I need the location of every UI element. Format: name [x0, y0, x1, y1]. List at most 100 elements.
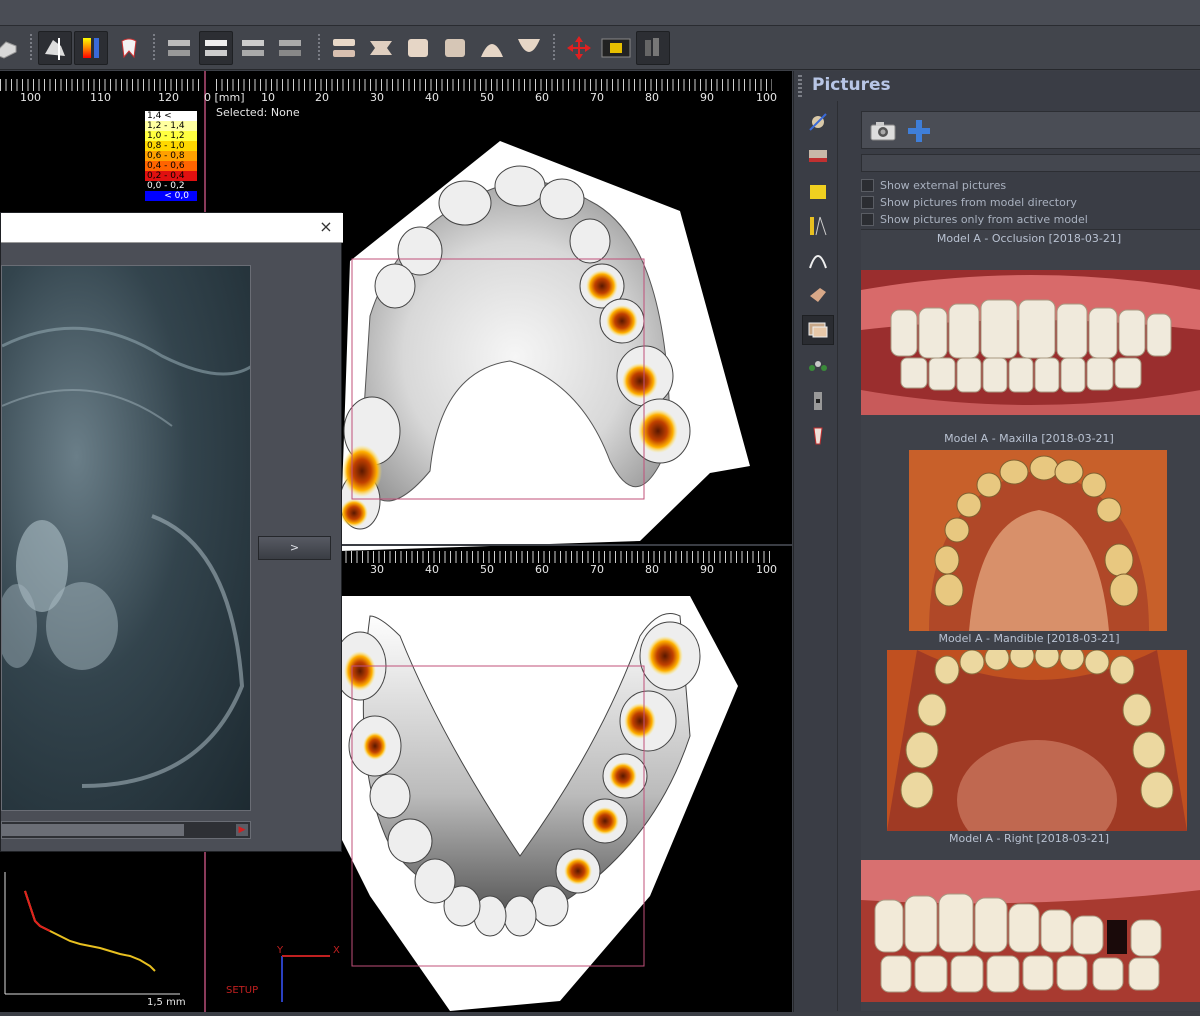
profile-graph [4, 872, 180, 995]
ruler-label: 40 [425, 91, 439, 104]
bite-side-icon[interactable] [364, 31, 398, 65]
toolbar-separator [553, 34, 555, 62]
ruler-ticks [340, 551, 772, 563]
toolbar-separator [318, 34, 320, 62]
ruler-label: 60 [535, 91, 549, 104]
checkbox-label: Show pictures only from active model [880, 213, 1088, 226]
measure-icon[interactable] [802, 211, 834, 241]
ruler-label: 100 [20, 91, 41, 104]
scrollbar-thumb[interactable] [2, 824, 184, 836]
ruler-label: 0 [mm] [204, 91, 245, 104]
model-view-icon[interactable] [0, 31, 22, 65]
checkbox-show-active-model[interactable]: Show pictures only from active model [861, 213, 1088, 226]
occlusion-view-1-icon[interactable] [162, 31, 196, 65]
checkbox[interactable] [861, 179, 874, 192]
ruler-teeth-icon[interactable] [802, 141, 834, 171]
pictures-toolbar [861, 111, 1200, 149]
picture-occlusion[interactable] [861, 270, 1200, 415]
close-icon[interactable]: × [317, 218, 335, 236]
scroll-right-icon[interactable]: ▶ [236, 824, 248, 836]
next-button[interactable]: > [258, 536, 331, 560]
points-icon[interactable] [802, 351, 834, 381]
upper-jaw-model[interactable] [340, 141, 760, 553]
plus-icon[interactable] [906, 118, 932, 144]
panel-title: Pictures [812, 75, 891, 95]
ruler-label: 80 [645, 563, 659, 576]
ruler-label: 70 [590, 563, 604, 576]
ruler-label: 70 [590, 91, 604, 104]
teeth-group-icon[interactable] [636, 31, 670, 65]
xray-image [1, 265, 251, 811]
ruler-label: 90 [700, 91, 714, 104]
legend-entry: 0,0 - 0,2 [145, 181, 197, 191]
legend-entry: 0,6 - 0,8 [145, 151, 197, 161]
ruler-ticks [0, 79, 200, 91]
ruler-label: 50 [480, 563, 494, 576]
camera-icon[interactable] [870, 120, 896, 142]
ruler-label: 110 [90, 91, 111, 104]
ruler-label: 100 [756, 563, 777, 576]
ruler-label: 120 [158, 91, 179, 104]
ruler-label: 50 [480, 91, 494, 104]
ruler-label: 90 [700, 563, 714, 576]
lower-arch-icon[interactable] [512, 31, 546, 65]
align-icon[interactable] [599, 31, 633, 65]
upper-arch-icon[interactable] [475, 31, 509, 65]
ruler-label: 20 [315, 91, 329, 104]
occlusion-view-3-icon[interactable] [236, 31, 270, 65]
checkbox[interactable] [861, 213, 874, 226]
axis-x-label: X [333, 945, 340, 956]
ruler-label: 30 [370, 563, 384, 576]
picture-right[interactable] [861, 860, 1200, 1002]
picture-caption: Model A - Occlusion [2018-03-21] [936, 232, 1122, 245]
tooth-tool-icon[interactable] [802, 386, 834, 416]
occlusion-view-4-icon[interactable] [273, 31, 307, 65]
pictures-list[interactable]: Model A - Occlusion [2018-03-21] Model A… [861, 229, 1200, 1011]
tooth-icon[interactable] [112, 31, 146, 65]
color-legend: 1,4 < 1,2 - 1,4 1,0 - 1,2 0,8 - 1,0 0,6 … [145, 111, 197, 201]
legend-entry: 0,2 - 0,4 [145, 171, 197, 181]
ruler-ticks [216, 79, 772, 91]
cut-view-icon[interactable] [38, 31, 72, 65]
lower-jaw-model[interactable] [340, 596, 740, 1016]
checkbox[interactable] [861, 196, 874, 209]
note-icon[interactable] [802, 177, 834, 207]
legend-entry: 1,0 - 1,2 [145, 131, 197, 141]
horizontal-scrollbar[interactable]: ▶ [1, 821, 251, 839]
side-toolbar [798, 101, 838, 1011]
move-icon[interactable] [562, 31, 596, 65]
checkbox-show-model-directory[interactable]: Show pictures from model directory [861, 196, 1077, 209]
title-bar [0, 0, 1200, 26]
axis-y-label: Y [277, 945, 284, 956]
color-map-icon[interactable] [74, 31, 108, 65]
hand-model-icon[interactable] [802, 279, 834, 309]
view-divider [340, 544, 792, 546]
occlusion-view-2-icon[interactable] [199, 31, 233, 65]
xray-dialog[interactable]: × ▶ > [0, 212, 343, 852]
dialog-header[interactable]: × [1, 213, 343, 243]
picture-mandible[interactable] [887, 650, 1187, 831]
checkbox-label: Show pictures from model directory [880, 196, 1077, 209]
toolbar-separator [30, 34, 32, 62]
selected-status: Selected: None [216, 106, 300, 119]
legend-entry: 0,8 - 1,0 [145, 141, 197, 151]
picture-filter-bar[interactable] [861, 154, 1200, 172]
bite-front-icon[interactable] [401, 31, 435, 65]
ruler-label: 30 [370, 91, 384, 104]
panel-grip-icon[interactable] [798, 75, 802, 97]
picture-caption: Model A - Mandible [2018-03-21] [938, 632, 1120, 645]
ruler-label: 10 [261, 91, 275, 104]
toolbar-separator [153, 34, 155, 62]
pictures-icon[interactable] [802, 315, 834, 345]
bite-open-icon[interactable] [327, 31, 361, 65]
legend-entry: 1,4 < [145, 111, 197, 121]
calibrate-icon[interactable] [802, 107, 834, 137]
arch-icon[interactable] [802, 245, 834, 275]
root-icon[interactable] [802, 421, 834, 451]
checkbox-show-external[interactable]: Show external pictures [861, 179, 1006, 192]
ruler-label: 60 [535, 563, 549, 576]
picture-maxilla[interactable] [909, 450, 1167, 631]
checkbox-label: Show external pictures [880, 179, 1007, 192]
ruler-label: 100 [756, 91, 777, 104]
bite-back-icon[interactable] [438, 31, 472, 65]
